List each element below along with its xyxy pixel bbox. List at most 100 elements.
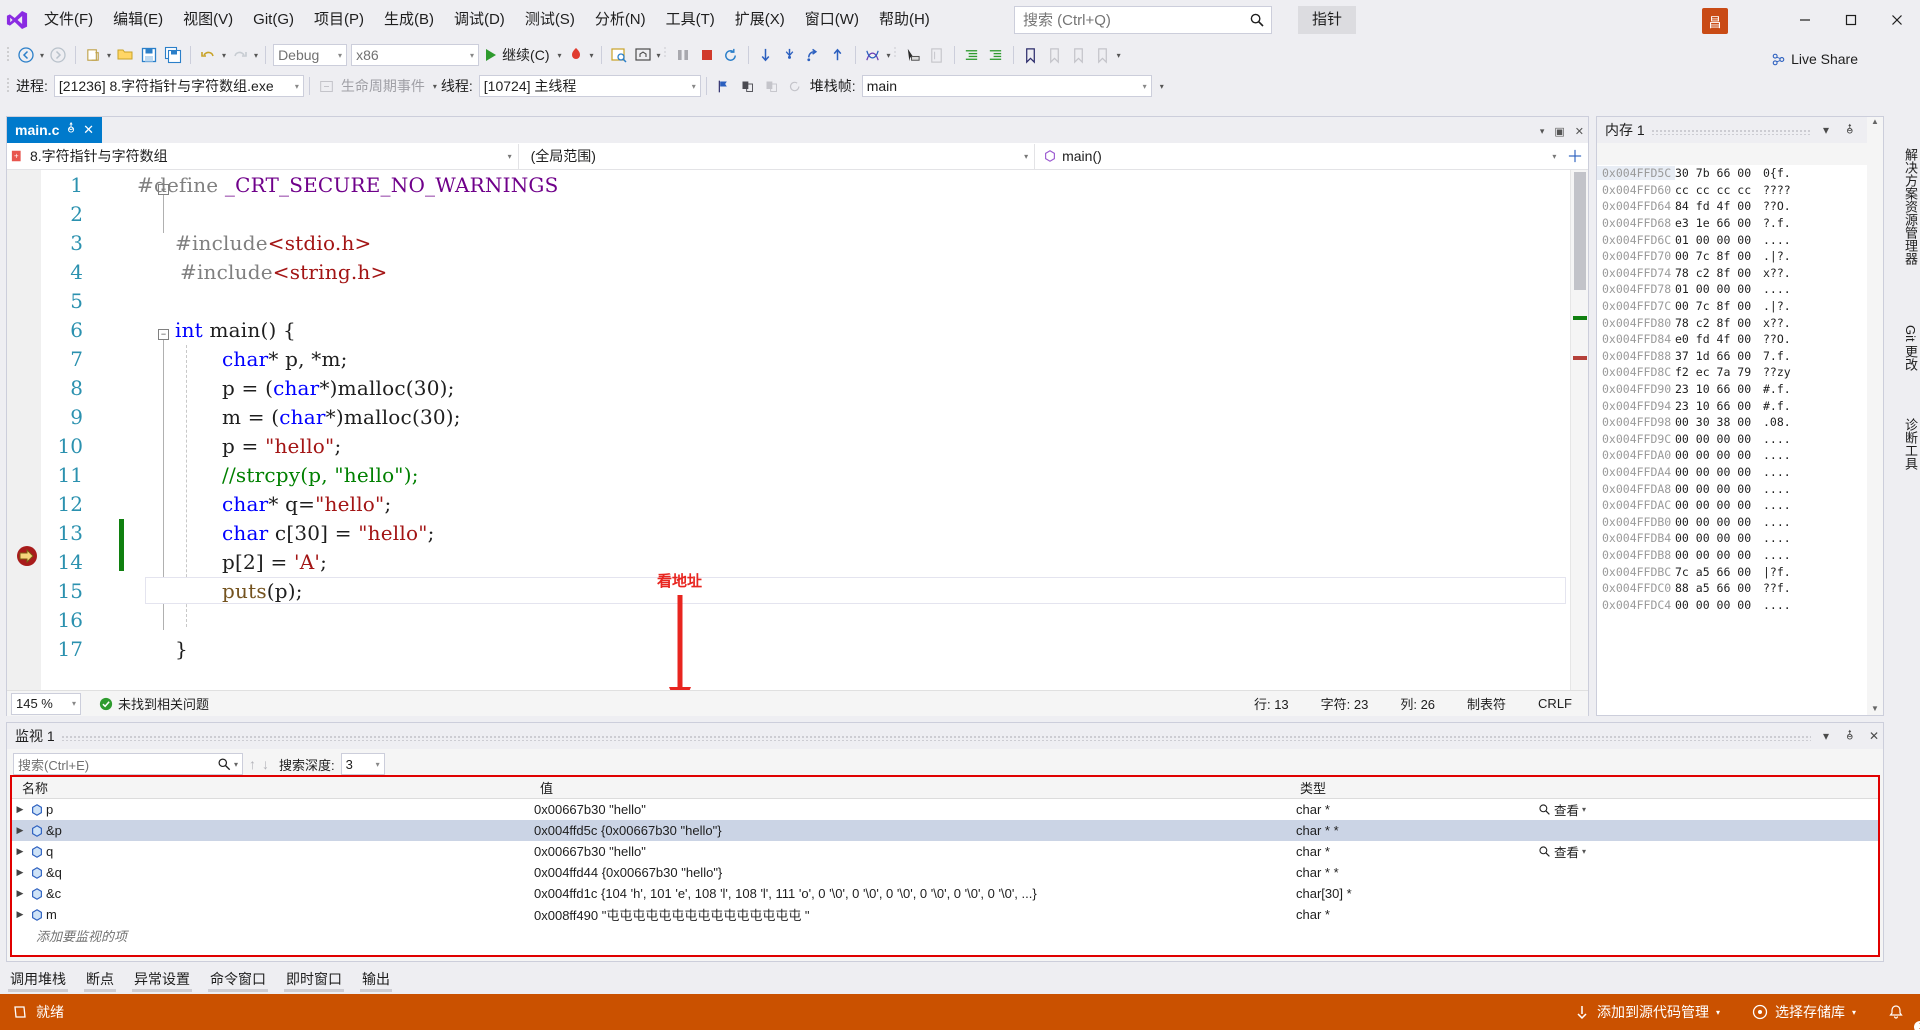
global-scope-dropdown[interactable]: (全局范围) ▾ — [519, 143, 1036, 169]
continue-dropdown-icon[interactable]: ▾ — [556, 51, 564, 60]
watch-name-cell[interactable]: ▶ &q — [12, 865, 530, 880]
lifecycle-events-icon[interactable] — [315, 74, 339, 98]
indent-icon[interactable] — [960, 43, 984, 67]
watch-value-cell[interactable]: 0x004ffd5c {0x00667b30 "hello"} — [530, 823, 1290, 838]
expand-chevron-icon[interactable]: ▶ — [12, 888, 28, 899]
step-into-icon[interactable] — [754, 43, 778, 67]
stop-debug-icon[interactable] — [695, 43, 719, 67]
memory-row[interactable]: 0x004FFD84 e0 fd 4f 00 ??O. — [1597, 331, 1883, 348]
tab-immediate-window[interactable]: 即时窗口 — [276, 964, 352, 994]
tab-list-dropdown-icon[interactable]: ▾ — [1540, 126, 1545, 137]
watch-value-cell[interactable]: 0x00667b30 "hello" — [530, 844, 1290, 859]
watch-value-cell[interactable]: 0x004ffd1c {104 'h', 101 'e', 108 'l', 1… — [530, 886, 1290, 901]
expand-chevron-icon[interactable]: ▶ — [12, 909, 28, 920]
open-file-icon[interactable] — [113, 43, 137, 67]
column-header-name[interactable]: 名称 — [12, 778, 530, 797]
scrollbar-thumb[interactable] — [1574, 172, 1586, 290]
column-header-type[interactable]: 类型 — [1290, 778, 1326, 797]
watch-value-cell[interactable]: 0x004ffd44 {0x00667b30 "hello"} — [530, 865, 1290, 880]
stack-frames-icon[interactable] — [736, 74, 760, 98]
select-repository-button[interactable]: 选择存储库 ▾ — [1736, 994, 1872, 1030]
menu-help[interactable]: 帮助(H) — [869, 0, 940, 40]
watch-name-cell[interactable]: ▶ q — [12, 844, 530, 859]
search-options-dropdown-icon[interactable]: ▾ — [231, 760, 238, 769]
prev-bookmark-icon[interactable] — [1043, 43, 1067, 67]
watch-value-cell[interactable]: 0x00667b30 "hello" — [530, 802, 1290, 817]
project-scope-dropdown[interactable]: + 8.字符指针与字符数组 ▾ — [7, 143, 519, 169]
scroll-down-icon[interactable]: ▼ — [1869, 704, 1881, 713]
watch-value-cell[interactable]: 0x008ff490 "屯屯屯屯屯屯屯屯屯屯屯屯屯屯屯 " — [530, 905, 1290, 924]
text-visualizer-button[interactable]: 查看 ▾ — [1538, 842, 1586, 861]
tab-exception-settings[interactable]: 异常设置 — [124, 964, 200, 994]
solution-platform-combo[interactable]: x86 ▾ — [351, 44, 480, 66]
memory-vertical-scrollbar[interactable]: ▲ ▼ — [1867, 117, 1883, 715]
watch-grid[interactable]: 名称 值 类型 ▶ p 0x00667b30 "hello" char * 查看 ▾ ▶ &p… — [10, 775, 1880, 957]
watch-name-cell[interactable]: ▶ &c — [12, 886, 530, 901]
undo-icon[interactable] — [196, 43, 220, 67]
memory-window-menu-icon[interactable]: ▾ — [1817, 120, 1835, 140]
outdent-icon[interactable] — [984, 43, 1008, 67]
drag-handle-dots[interactable] — [60, 735, 1811, 741]
search-prev-icon[interactable]: ↑ — [249, 756, 256, 772]
split-view-icon[interactable] — [1562, 149, 1588, 163]
clear-bookmarks-icon[interactable] — [1091, 43, 1115, 67]
threads-dropdown-icon[interactable]: ▾ — [885, 51, 893, 60]
expand-chevron-icon[interactable]: ▶ — [12, 846, 28, 857]
back-dropdown-icon[interactable]: ▾ — [38, 51, 46, 60]
close-group-icon[interactable]: ✕ — [1575, 125, 1584, 138]
step-out-icon[interactable] — [802, 43, 826, 67]
code-editor[interactable]: − − 1 #define _CRT_SECURE_NO_WARNINGS 2 3… — [7, 170, 1588, 716]
function-scope-dropdown[interactable]: main() ▾ — [1035, 144, 1562, 169]
toolbar-grip[interactable] — [6, 45, 14, 65]
toolbar-grip[interactable] — [6, 76, 14, 96]
stack-frames-alt-icon[interactable] — [760, 74, 784, 98]
pause-debug-icon[interactable] — [671, 43, 695, 67]
memory-row[interactable]: 0x004FFD6C 01 00 00 00.... — [1597, 231, 1883, 248]
zoom-level-combo[interactable]: 145 % ▾ — [11, 692, 81, 715]
user-avatar[interactable]: 昌 — [1702, 8, 1728, 34]
watch-name-cell[interactable]: ▶ m — [12, 907, 530, 922]
memory-row[interactable]: 0x004FFDA4 00 00 00 00.... — [1597, 464, 1883, 481]
close-button[interactable] — [1874, 0, 1920, 40]
memory-row[interactable]: 0x004FFD80 78 c2 8f 00 x??. — [1597, 314, 1883, 331]
redo-dropdown-icon[interactable]: ▾ — [252, 51, 260, 60]
vtab-diagnostic-tools[interactable]: 诊断工具 — [1890, 402, 1920, 486]
close-icon[interactable]: ✕ — [1865, 726, 1883, 746]
vtab-solution-explorer[interactable]: 解决方案资源管理器 — [1890, 118, 1920, 294]
memory-row[interactable]: 0x004FFD98 00 30 38 00 .08. — [1597, 414, 1883, 431]
close-icon[interactable]: ✕ — [83, 122, 94, 138]
watch-name-cell[interactable]: ▶ p — [12, 802, 530, 817]
add-watch-item-row[interactable]: 添加要监视的项 — [12, 925, 1878, 946]
watch-window-menu-icon[interactable]: ▾ — [1817, 726, 1835, 746]
toolbar-overflow-icon[interactable]: ▾ — [1115, 51, 1123, 60]
undo-dropdown-icon[interactable]: ▾ — [220, 51, 228, 60]
watch-name-cell[interactable]: ▶ &p — [12, 823, 530, 838]
threads-icon[interactable] — [861, 43, 885, 67]
memory-row[interactable]: 0x004FFDAC 00 00 00 00.... — [1597, 497, 1883, 514]
document-tab-main-c[interactable]: main.c ⯗ ✕ — [7, 117, 103, 143]
comment-block-icon[interactable] — [925, 43, 949, 67]
memory-row[interactable]: 0x004FFD60 cc cc cc cc???? — [1597, 182, 1883, 199]
watch-row[interactable]: ▶ &c 0x004ffd1c {104 'h', 101 'e', 108 'l'… — [12, 883, 1878, 904]
watch-row[interactable]: ▶ &q 0x004ffd44 {0x00667b30 "hello"} char *… — [12, 862, 1878, 883]
chevron-down-icon[interactable]: ▾ — [1582, 847, 1586, 856]
restart-debug-icon[interactable] — [719, 43, 743, 67]
menu-tools[interactable]: 工具(T) — [656, 0, 725, 40]
search-icon[interactable] — [217, 757, 231, 771]
watch-row[interactable]: ▶ q 0x00667b30 "hello" char * 查看 ▾ — [12, 841, 1878, 862]
attach-process-icon[interactable] — [607, 43, 631, 67]
column-header-value[interactable]: 值 — [530, 778, 1290, 797]
menu-build[interactable]: 生成(B) — [374, 0, 444, 40]
memory-row[interactable]: 0x004FFD5C 30 7b 66 00 0{f. — [1597, 165, 1883, 182]
memory-row[interactable]: 0x004FFD64 84 fd 4f 00 ??O. — [1597, 198, 1883, 215]
save-icon[interactable] — [137, 43, 161, 67]
expand-chevron-icon[interactable]: ▶ — [12, 825, 28, 836]
navigate-back-button[interactable] — [14, 43, 38, 67]
memory-row[interactable]: 0x004FFDB4 00 00 00 00.... — [1597, 530, 1883, 547]
watch-search-box[interactable]: 搜索(Ctrl+E) ▾ — [13, 753, 243, 775]
memory-address-toolbar[interactable]: » — [1597, 143, 1883, 165]
continue-debug-button[interactable]: 继续(C) — [479, 43, 555, 67]
memory-row[interactable]: 0x004FFDC0 88 a5 66 00 ??f. — [1597, 580, 1883, 597]
refresh-frames-icon[interactable] — [784, 74, 808, 98]
memory-row[interactable]: 0x004FFD7C 00 7c 8f 00 .|?. — [1597, 298, 1883, 315]
